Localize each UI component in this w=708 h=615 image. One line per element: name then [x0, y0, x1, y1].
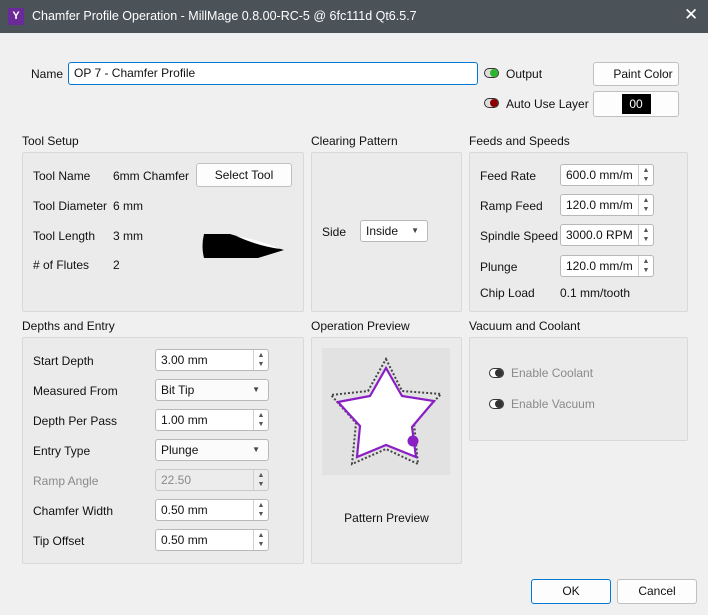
feed-value: 120.0 mm/m	[566, 198, 633, 212]
tool-length-label: Tool Length	[33, 229, 96, 243]
flutes: 2	[113, 258, 120, 272]
vacuum-toggle[interactable]	[489, 399, 504, 409]
tool-name-label: Tool Name	[33, 169, 91, 183]
depth-spinbox[interactable]: 22.50 ▲ ▼	[155, 469, 269, 491]
clearing-pattern-title: Clearing Pattern	[311, 134, 398, 148]
depth-spinbox[interactable]: 0.50 mm ▲ ▼	[155, 499, 269, 521]
output-label: Output	[506, 67, 543, 81]
select-tool-button[interactable]: Select Tool	[196, 163, 292, 187]
side-label: Side	[322, 225, 347, 239]
depth-spinbox[interactable]: 1.00 mm ▲ ▼	[155, 409, 269, 431]
enable-vacuum-label: Enable Vacuum	[511, 397, 595, 411]
coolant-toggle[interactable]	[489, 368, 504, 378]
feed-label: Feed Rate	[480, 169, 537, 183]
feed-spinbox[interactable]: 3000.0 RPM ▲ ▼	[560, 224, 654, 246]
depth-label: Chamfer Width	[33, 504, 114, 518]
feed-value: 120.0 mm/m	[566, 259, 633, 273]
chevron-down-icon: ▼	[411, 226, 419, 235]
enable-coolant-label: Enable Coolant	[511, 366, 594, 380]
feed-value: 600.0 mm/m	[566, 168, 633, 182]
depth-spinbox[interactable]: 3.00 mm ▲ ▼	[155, 349, 269, 371]
auto-use-layer-label: Auto Use Layer	[506, 97, 589, 111]
spin-arrows-icon[interactable]: ▲ ▼	[638, 195, 653, 215]
feed-spinbox[interactable]: 120.0 mm/m ▲ ▼	[560, 194, 654, 216]
chip-load-label: Chip Load	[480, 286, 535, 300]
depth-value: 0.50 mm	[161, 503, 208, 517]
spin-arrows-icon[interactable]: ▲ ▼	[638, 165, 653, 185]
feeds-title: Feeds and Speeds	[469, 134, 570, 148]
depth-label: Measured From	[33, 384, 118, 398]
depth-value: Plunge	[161, 443, 199, 457]
tool-name: 6mm Chamfer	[113, 169, 190, 183]
window-title: Chamfer Profile Operation - MillMage 0.8…	[32, 9, 417, 23]
spin-arrows-icon[interactable]: ▲ ▼	[253, 500, 268, 520]
depth-value: 1.00 mm	[161, 413, 208, 427]
layer-button[interactable]: 00	[593, 91, 679, 117]
feed-label: Spindle Speed	[480, 229, 559, 243]
spin-arrows-icon[interactable]: ▲ ▼	[638, 225, 653, 245]
title-bar: Y Chamfer Profile Operation - MillMage 0…	[0, 0, 708, 33]
start-point-marker	[407, 435, 419, 447]
side-select[interactable]: Inside ▼	[360, 220, 428, 242]
tool-diameter: 6 mm	[113, 199, 143, 213]
spin-arrows-icon[interactable]: ▲ ▼	[253, 470, 268, 490]
depth-value: 22.50	[161, 473, 192, 487]
depth-label: Ramp Angle	[33, 474, 99, 488]
depth-label: Entry Type	[33, 444, 91, 458]
app-logo-icon: Y	[8, 8, 24, 25]
vacuum-group	[469, 337, 688, 441]
feed-spinbox[interactable]: 600.0 mm/m ▲ ▼	[560, 164, 654, 186]
pattern-preview-canvas	[322, 348, 450, 475]
spin-arrows-icon[interactable]: ▲ ▼	[638, 256, 653, 276]
auto-use-layer-toggle[interactable]	[484, 98, 499, 108]
chevron-down-icon: ▼	[252, 445, 260, 454]
feed-label: Ramp Feed	[480, 199, 543, 213]
tool-diameter-label: Tool Diameter	[33, 199, 108, 213]
depth-label: Tip Offset	[33, 534, 85, 548]
depth-value: 3.00 mm	[161, 353, 208, 367]
spin-arrows-icon[interactable]: ▲ ▼	[253, 410, 268, 430]
depth-value: 0.50 mm	[161, 533, 208, 547]
feed-spinbox[interactable]: 120.0 mm/m ▲ ▼	[560, 255, 654, 277]
chamfer-bit-icon	[202, 234, 284, 258]
preview-title: Operation Preview	[311, 319, 410, 333]
paint-color-label: Paint Color	[613, 67, 673, 81]
output-toggle[interactable]	[484, 68, 499, 78]
chip-load: 0.1 mm/tooth	[560, 286, 631, 300]
depths-title: Depths and Entry	[22, 319, 115, 333]
chevron-down-icon: ▼	[252, 385, 260, 394]
spin-arrows-icon[interactable]: ▲ ▼	[253, 350, 268, 370]
depth-label: Start Depth	[33, 354, 94, 368]
ok-button[interactable]: OK	[531, 579, 611, 604]
layer-value: 00	[621, 94, 651, 114]
tool-setup-title: Tool Setup	[22, 134, 79, 148]
name-label: Name	[31, 67, 64, 81]
spin-arrows-icon[interactable]: ▲ ▼	[253, 530, 268, 550]
pattern-preview-caption: Pattern Preview	[344, 511, 429, 525]
depth-select[interactable]: Plunge ▼	[155, 439, 269, 461]
paint-color-button[interactable]: Paint Color	[593, 62, 679, 86]
depth-label: Depth Per Pass	[33, 414, 118, 428]
close-icon[interactable]: ✕	[684, 5, 698, 25]
feed-label: Plunge	[480, 260, 518, 274]
depth-select[interactable]: Bit Tip ▼	[155, 379, 269, 401]
tool-length: 3 mm	[113, 229, 143, 243]
depth-spinbox[interactable]: 0.50 mm ▲ ▼	[155, 529, 269, 551]
feed-value: 3000.0 RPM	[566, 228, 633, 242]
side-value: Inside	[366, 224, 399, 238]
vacuum-title: Vacuum and Coolant	[469, 319, 581, 333]
depth-value: Bit Tip	[161, 383, 195, 397]
name-input[interactable]: OP 7 - Chamfer Profile	[68, 62, 478, 85]
cancel-button[interactable]: Cancel	[617, 579, 697, 604]
flutes-label: # of Flutes	[33, 258, 90, 272]
